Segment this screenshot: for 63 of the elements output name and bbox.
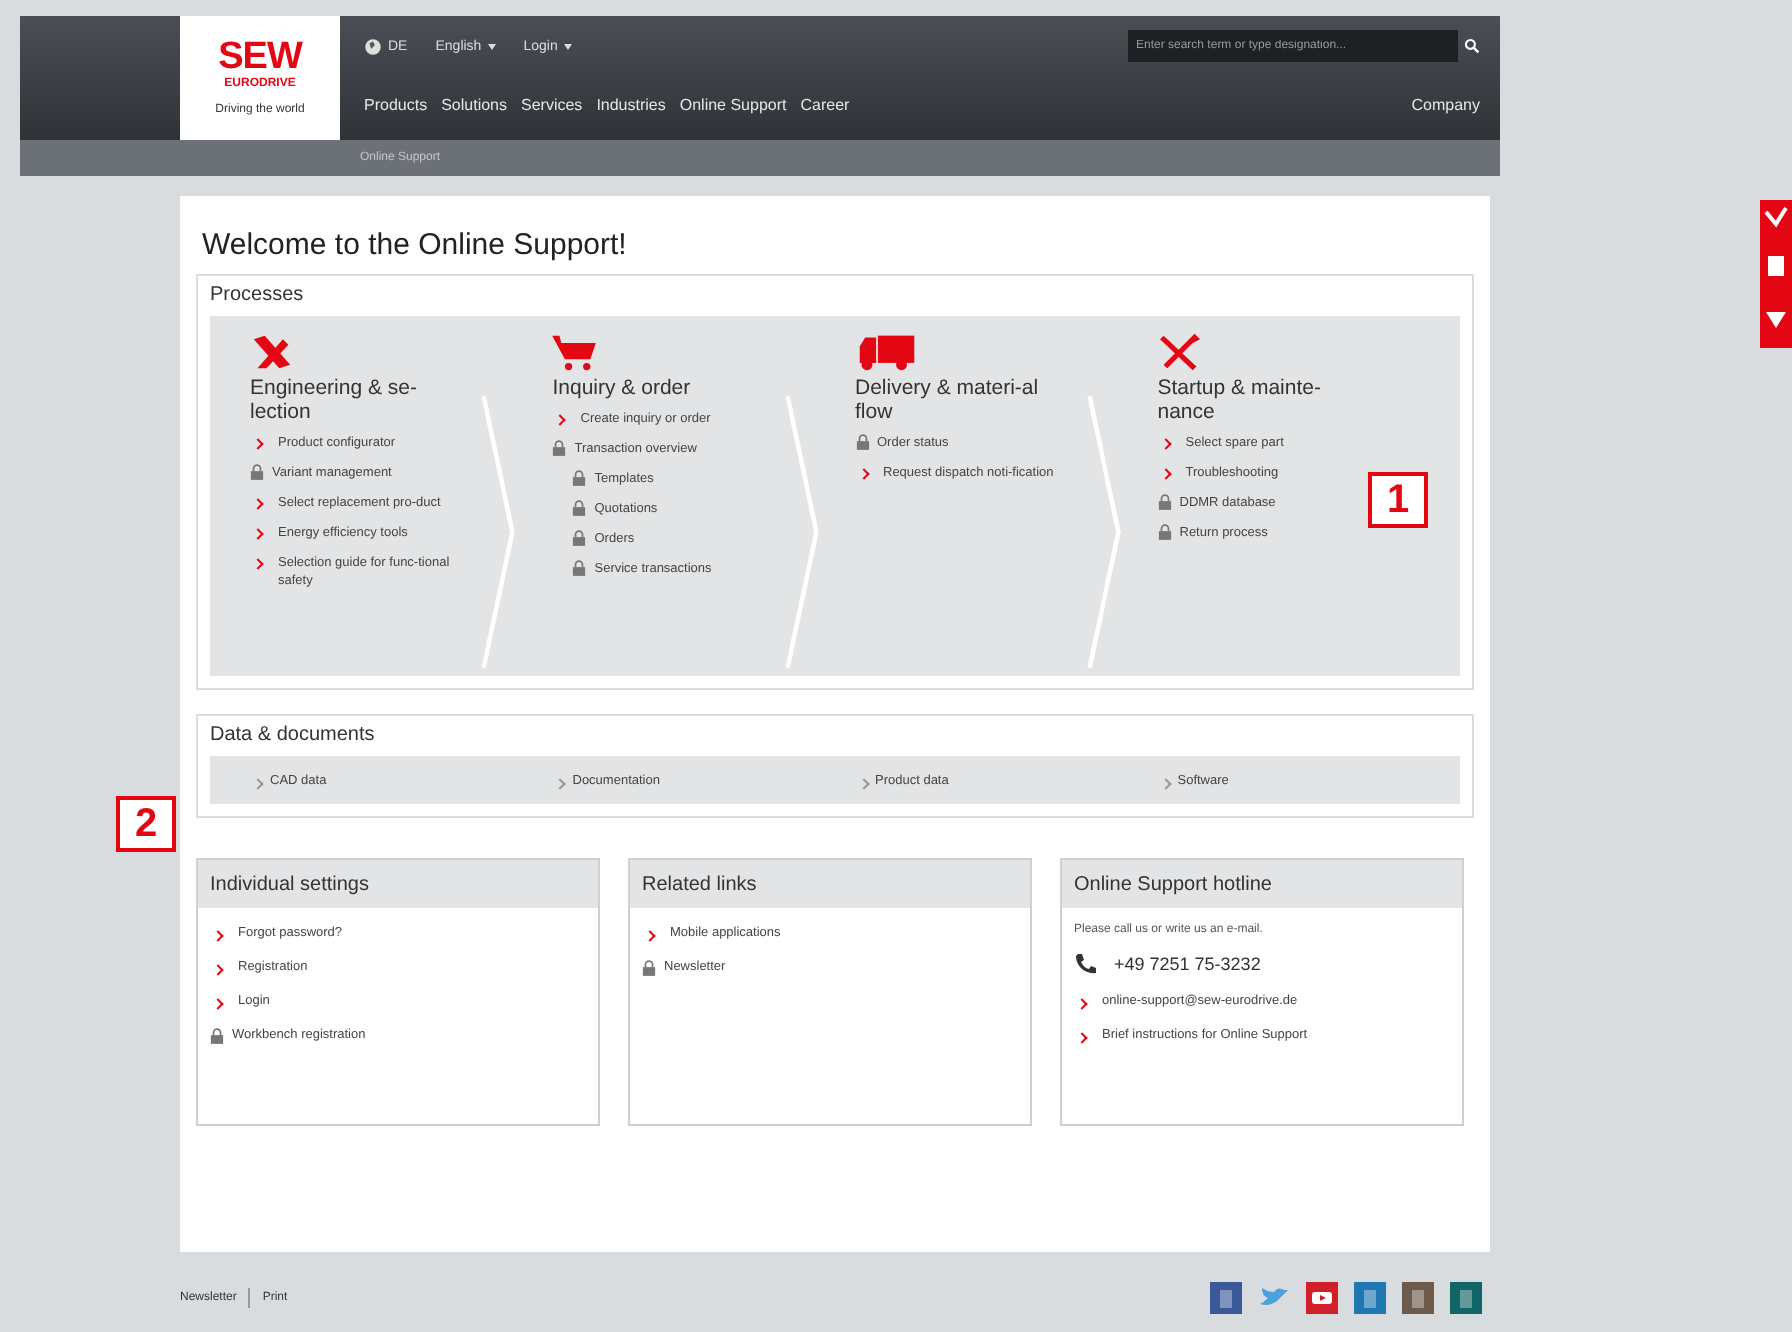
process-title: Startup & mainte-nance bbox=[1157, 376, 1323, 424]
social-icon[interactable] bbox=[1304, 1280, 1340, 1316]
nav-link[interactable]: Industries bbox=[596, 95, 666, 113]
nav-link[interactable]: Company bbox=[1411, 95, 1480, 113]
nav-link[interactable]: Career bbox=[800, 95, 850, 113]
lock-icon bbox=[572, 560, 587, 576]
caret-icon bbox=[487, 43, 496, 49]
chevron-icon bbox=[554, 414, 567, 426]
callout-number: 2 bbox=[116, 796, 176, 852]
lock-icon bbox=[572, 500, 587, 516]
panel-title: Individual settings bbox=[198, 860, 598, 908]
search-icon bbox=[1464, 38, 1480, 54]
nav-link[interactable]: Online Support bbox=[679, 95, 787, 113]
process-title: Inquiry & order bbox=[552, 376, 693, 400]
lock-icon bbox=[642, 959, 656, 975]
lock-icon bbox=[855, 434, 869, 450]
lock-icon bbox=[1157, 494, 1172, 510]
lock-icon bbox=[572, 470, 587, 486]
side-tab[interactable] bbox=[1760, 200, 1792, 348]
nav-link[interactable]: Products bbox=[364, 95, 428, 113]
page-title: Welcome to the Online Support! bbox=[202, 228, 629, 262]
chevron-icon bbox=[212, 930, 224, 942]
process-title: Delivery & materi-al flow bbox=[855, 376, 1041, 424]
phone-icon bbox=[1074, 952, 1098, 976]
lock-icon bbox=[1157, 524, 1172, 540]
chevron-icon bbox=[252, 528, 264, 540]
chevron-icon bbox=[252, 438, 264, 450]
social-icon[interactable] bbox=[1448, 1280, 1484, 1316]
chevron-icon bbox=[1076, 1032, 1088, 1044]
section-title: Processes bbox=[210, 284, 306, 306]
chevron-icon bbox=[252, 558, 264, 570]
nav-link[interactable]: Services bbox=[521, 95, 583, 113]
chevron-icon bbox=[644, 930, 656, 942]
section-title: Data & documents bbox=[210, 724, 377, 746]
lock-icon bbox=[250, 464, 264, 480]
process-title: Engineering & se-lection bbox=[250, 376, 419, 424]
social-icon[interactable] bbox=[1400, 1280, 1436, 1316]
pencil-ruler-icon bbox=[250, 332, 294, 372]
lock-icon bbox=[572, 530, 587, 546]
social-icon[interactable] bbox=[1352, 1280, 1388, 1316]
phone-number: +49 7251 75-3232 bbox=[1114, 954, 1261, 974]
panel-title: Related links bbox=[630, 860, 1030, 908]
chevron-divider-icon bbox=[783, 392, 819, 672]
truck-icon bbox=[855, 332, 917, 372]
chevron-icon bbox=[1076, 998, 1088, 1010]
callout-number: 1 bbox=[1368, 472, 1428, 528]
chevron-divider-icon bbox=[1085, 392, 1122, 672]
globe-icon bbox=[364, 37, 382, 55]
chevron-icon bbox=[212, 998, 224, 1010]
nav-link[interactable]: Solutions bbox=[441, 95, 507, 113]
panel-title: Online Support hotline bbox=[1062, 860, 1462, 908]
chevron-icon bbox=[212, 964, 224, 976]
lock-icon bbox=[552, 440, 567, 456]
social-icon[interactable] bbox=[1208, 1280, 1244, 1316]
chevron-icon bbox=[252, 777, 264, 789]
logo-brand: SEW bbox=[218, 40, 302, 76]
tools-icon bbox=[1157, 332, 1202, 372]
lock-icon bbox=[210, 1027, 224, 1043]
chevron-divider-icon bbox=[480, 392, 517, 672]
chevron-icon bbox=[554, 777, 567, 789]
cart-icon bbox=[552, 332, 597, 372]
caret-icon bbox=[563, 43, 572, 49]
chevron-icon bbox=[252, 498, 264, 510]
